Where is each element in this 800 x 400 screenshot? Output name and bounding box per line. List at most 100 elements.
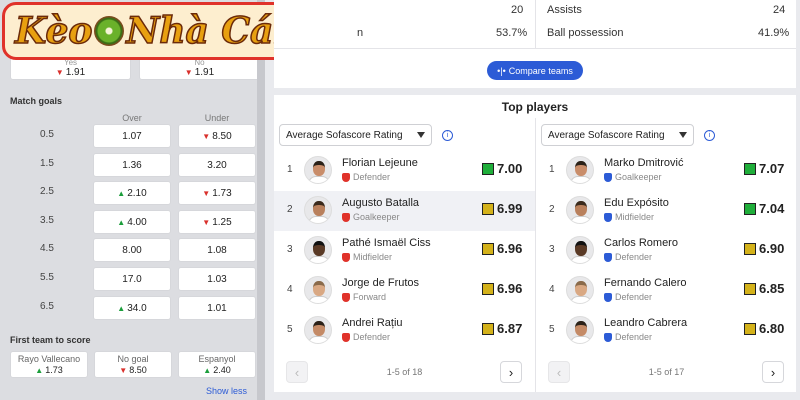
stat-left-label-2: n [357, 27, 364, 39]
over-odds-button[interactable]: ▲ 34.0 [93, 296, 171, 320]
player-position: Defender [615, 292, 653, 302]
under-odds-button[interactable]: 1.08 [178, 238, 256, 262]
player-name: Jorge de Frutos [342, 277, 420, 289]
team-crest-icon [604, 292, 612, 302]
top-odds-row: Yes ▼ 1.91 No ▼ 1.91 [10, 57, 260, 80]
player-avatar [566, 236, 594, 264]
odds-yes[interactable]: Yes ▼ 1.91 [10, 57, 131, 80]
ftts-home[interactable]: Rayo Vallecano ▲ 1.73 [10, 351, 88, 378]
under-odds-button[interactable]: ▼ 1.73 [178, 181, 256, 205]
odds-yes-label: Yes [63, 58, 78, 67]
rating-color-icon [482, 242, 494, 255]
odds-no-value: 1.91 [194, 67, 215, 78]
goal-line-label: 2.5 [40, 186, 54, 197]
under-odds-button[interactable]: 1.03 [178, 267, 256, 291]
odds-no[interactable]: No ▼ 1.91 [139, 57, 260, 80]
section-separator [274, 88, 796, 95]
team-crest-icon [604, 332, 612, 342]
goal-line-row: 1.5 1.36 3.20 [0, 153, 257, 177]
scrollbar[interactable] [257, 0, 265, 400]
arrow-down-icon: ▼ [202, 217, 211, 227]
player-avatar [566, 196, 594, 224]
over-odds-button[interactable]: 1.36 [93, 153, 171, 177]
team-crest-icon [342, 212, 350, 222]
player-row[interactable]: 2 Edu Expósito Midfielder 7.04 [536, 191, 797, 231]
match-goals-title: Match goals [10, 96, 63, 106]
player-row[interactable]: 3 Carlos Romero Defender 6.90 [536, 231, 797, 271]
player-position: Forward [353, 292, 387, 302]
ftts-away[interactable]: Espanyol ▲ 2.40 [178, 351, 256, 378]
compare-teams-button[interactable]: •|• Compare teams [487, 61, 583, 80]
player-rating: 6.90 [744, 241, 784, 256]
player-row[interactable]: 1 Marko Dmitrović Goalkeeper 7.07 [536, 151, 797, 191]
player-position: Defender [353, 332, 391, 342]
player-row[interactable]: 1 Florian Lejeune Defender 7.00 [274, 151, 535, 191]
over-odds-value: 34.0 [127, 302, 147, 314]
player-row[interactable]: 5 Leandro Cabrera Defender 6.80 [536, 311, 797, 351]
player-rank: 5 [287, 324, 293, 335]
team-crest-icon [604, 252, 612, 262]
top-players-title: Top players [501, 100, 569, 114]
show-less-link[interactable]: Show less [206, 386, 247, 396]
home-rating-select[interactable]: Average Sofascore Rating [279, 124, 432, 146]
player-row[interactable]: 4 Jorge de Frutos Forward 6.96 [274, 271, 535, 311]
next-page-button[interactable]: › [762, 361, 784, 383]
under-odds-button[interactable]: 1.01 [178, 296, 256, 320]
info-icon[interactable]: i [442, 130, 453, 141]
player-avatar [304, 156, 332, 184]
player-rank: 2 [549, 204, 555, 215]
player-rating: 7.07 [744, 161, 784, 176]
player-rating: 7.00 [482, 161, 522, 176]
player-row[interactable]: 5 Andrei Rațiu Defender 6.87 [274, 311, 535, 351]
player-row[interactable]: 3 Pathé Ismaël Ciss Midfielder 6.96 [274, 231, 535, 271]
player-rating-value: 6.80 [759, 321, 785, 336]
under-odds-button[interactable]: ▼ 1.25 [178, 210, 256, 234]
player-rank: 3 [549, 244, 555, 255]
rating-color-icon [744, 322, 756, 335]
ftts-home-team: Rayo Vallecano [17, 354, 81, 364]
over-odds-button[interactable]: 17.0 [93, 267, 171, 291]
arrow-up-icon: ▲ [117, 188, 126, 198]
arrow-up-icon: ▲ [117, 303, 126, 313]
over-odds-button[interactable]: 8.00 [93, 238, 171, 262]
arrow-down-icon: ▼ [202, 131, 211, 141]
ftts-no-goal-label: No goal [117, 354, 149, 364]
player-name: Carlos Romero [604, 237, 678, 249]
player-rating: 6.85 [744, 281, 784, 296]
stat-right-label-1: Assists [547, 4, 582, 16]
goal-line-label: 5.5 [40, 272, 54, 283]
over-odds-value: 17.0 [122, 273, 142, 285]
over-odds-button[interactable]: ▲ 2.10 [93, 181, 171, 205]
next-page-button[interactable]: › [500, 361, 522, 383]
under-odds-button[interactable]: 3.20 [178, 153, 256, 177]
stat-right-value-2: 41.9% [758, 27, 790, 39]
player-row[interactable]: 2 Augusto Batalla Goalkeeper 6.99 [274, 191, 535, 231]
player-position: Defender [615, 332, 653, 342]
chevron-right-icon: › [770, 364, 776, 380]
info-icon[interactable]: i [704, 130, 715, 141]
goal-line-label: 6.5 [40, 301, 54, 312]
stat-left-value-1: 20 [511, 4, 524, 16]
over-odds-button[interactable]: 1.07 [93, 124, 171, 148]
logo-text-left: Kèo [14, 9, 93, 53]
arrow-up-icon: ▲ [117, 217, 126, 227]
under-odds-value: 1.25 [212, 216, 232, 228]
player-rating: 6.96 [482, 241, 522, 256]
under-odds-button[interactable]: ▼ 8.50 [178, 124, 256, 148]
home-pager-text: 1-5 of 18 [386, 367, 423, 377]
arrow-up-icon: ▲ [203, 366, 212, 375]
player-rank: 1 [287, 164, 293, 175]
rating-color-icon [744, 162, 756, 175]
away-rating-select[interactable]: Average Sofascore Rating [541, 124, 694, 146]
bottom-separator [274, 392, 796, 400]
home-select-label: Average Sofascore Rating [286, 129, 403, 141]
ftts-no-goal[interactable]: No goal ▼ 8.50 [94, 351, 172, 378]
goal-line-row: 4.5 8.00 1.08 [0, 238, 257, 262]
over-odds-button[interactable]: ▲ 4.00 [93, 210, 171, 234]
goal-line-row: 0.5 1.07 ▼ 8.50 [0, 124, 257, 148]
player-row[interactable]: 4 Fernando Calero Defender 6.85 [536, 271, 797, 311]
stat-right-label-2: Ball possession [547, 27, 624, 39]
arrow-down-icon: ▼ [184, 68, 193, 77]
ftts-away-value: 2.40 [213, 365, 231, 375]
team-crest-icon [342, 252, 350, 262]
